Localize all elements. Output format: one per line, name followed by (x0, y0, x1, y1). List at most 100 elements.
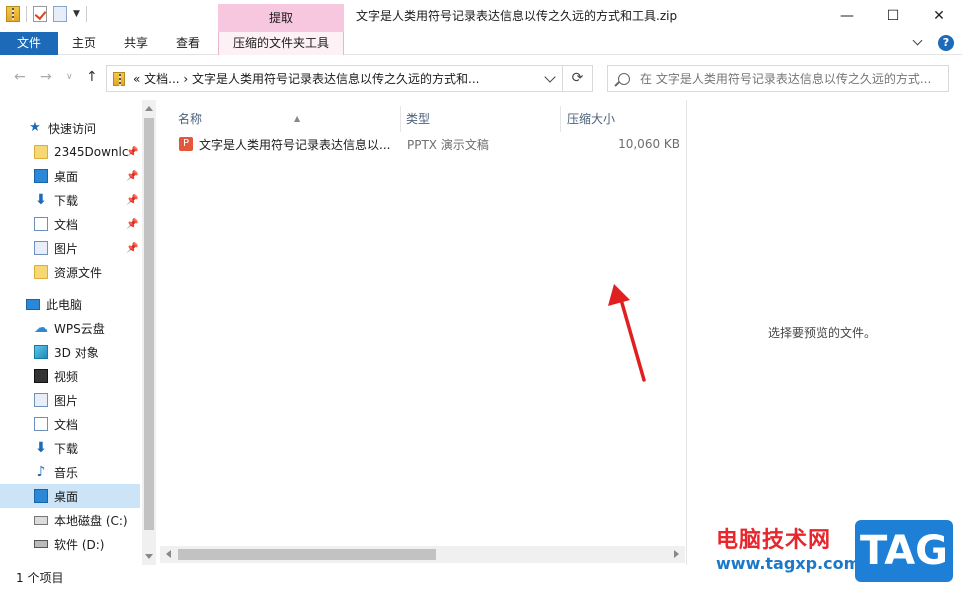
sidebar-item-local-disk-c[interactable]: 本地磁盘 (C:) (0, 508, 140, 532)
navigation-bar: ← → ∨ ↑ « 文档... › 文字是人类用符号记录表达信息以传之久远的方式… (0, 56, 962, 100)
scroll-down-arrow-icon[interactable] (145, 554, 153, 559)
column-header-type[interactable]: 类型 (398, 106, 558, 132)
new-folder-icon[interactable] (53, 6, 67, 22)
sidebar-item-2345downloads[interactable]: 2345Downlc 📌 (0, 140, 140, 164)
tab-view[interactable]: 查看 (162, 32, 214, 55)
star-icon: ★ (29, 120, 41, 135)
sidebar-item-downloads-pc[interactable]: ⬇ 下载 (0, 436, 140, 460)
table-row[interactable]: P 文字是人类用符号记录表达信息以... PPTX 演示文稿 10,060 KB (176, 133, 682, 155)
folder-icon (34, 145, 48, 159)
horizontal-scroll-thumb[interactable] (178, 549, 436, 560)
sort-ascending-icon: ▲ (294, 114, 301, 123)
document-icon (34, 417, 48, 431)
properties-icon[interactable] (33, 6, 47, 22)
tab-home[interactable]: 主页 (58, 32, 110, 55)
download-icon: ⬇ (35, 440, 47, 456)
forward-arrow-icon[interactable]: → (40, 69, 52, 85)
scroll-right-arrow-icon[interactable] (674, 550, 679, 558)
scroll-left-arrow-icon[interactable] (166, 550, 171, 558)
sidebar-item-label: 图片 (54, 241, 79, 256)
file-size: 10,060 KB (618, 137, 680, 151)
back-arrow-icon[interactable]: ← (14, 69, 26, 85)
sidebar-item-resource-files[interactable]: 资源文件 (0, 260, 140, 284)
sidebar-item-documents-pc[interactable]: 文档 (0, 412, 140, 436)
sidebar-item-this-pc[interactable]: 此电脑 (0, 292, 140, 316)
sidebar-item-pictures-pc[interactable]: 图片 (0, 388, 140, 412)
sidebar-item-label: 3D 对象 (54, 345, 99, 360)
column-header-compressed-size[interactable]: 压缩大小 (559, 106, 679, 132)
sidebar-item-music[interactable]: ♪ 音乐 (0, 460, 140, 484)
sidebar-item-label: 资源文件 (54, 265, 103, 280)
up-arrow-icon[interactable]: ↑ (86, 69, 98, 85)
ribbon-right-controls: ? (910, 35, 954, 51)
customize-qat-chevron-icon[interactable]: ▼ (73, 9, 80, 19)
sidebar-item-documents[interactable]: 文档 📌 (0, 212, 140, 236)
video-icon (34, 369, 48, 383)
drive-icon (34, 540, 48, 548)
sidebar-item-desktop-pc[interactable]: 桌面 (0, 484, 140, 508)
search-input[interactable] (640, 71, 940, 86)
recent-locations-chevron-icon[interactable]: ∨ (66, 72, 73, 82)
pin-icon: 📌 (126, 242, 139, 254)
expand-ribbon-chevron-icon[interactable] (910, 35, 926, 51)
sidebar-item-label: 桌面 (54, 169, 79, 184)
local-disk-icon (34, 515, 48, 525)
sidebar-item-desktop[interactable]: 桌面 📌 (0, 164, 140, 188)
annotation-arrow (608, 284, 646, 382)
folder-icon (34, 265, 48, 279)
pin-icon: 📌 (126, 218, 139, 230)
divider (26, 6, 27, 22)
sidebar-item-label: WPS云盘 (54, 321, 105, 336)
sidebar-item-label: 音乐 (54, 465, 79, 480)
cloud-icon: ☁ (34, 320, 48, 336)
sidebar-item-label: 下载 (54, 441, 79, 456)
navigation-pane: ★ 快速访问 2345Downlc 📌 桌面 📌 ⬇ 下载 📌 文档 📌 图片 … (0, 100, 158, 565)
pin-icon: 📌 (126, 194, 139, 206)
pin-icon: 📌 (126, 170, 139, 182)
sidebar-item-label: 快速访问 (48, 121, 97, 136)
window-controls: — ☐ ✕ (824, 0, 962, 32)
context-tab-group-extract[interactable]: 提取 (218, 4, 344, 32)
address-path[interactable]: « 文档... › 文字是人类用符号记录表达信息以传之久远的方式和... (133, 70, 479, 87)
address-dropdown-chevron-icon[interactable] (544, 71, 556, 83)
desktop-icon (34, 489, 48, 503)
tab-file[interactable]: 文件 (0, 32, 58, 55)
sidebar-item-pictures[interactable]: 图片 📌 (0, 236, 140, 260)
sidebar-item-videos[interactable]: 视频 (0, 364, 140, 388)
minimize-button[interactable]: — (824, 0, 870, 32)
desktop-icon (34, 169, 48, 183)
picture-icon (34, 241, 48, 255)
file-name[interactable]: 文字是人类用符号记录表达信息以... (199, 136, 399, 153)
sidebar-item-label: 下载 (54, 193, 79, 208)
window-title: 文字是人类用符号记录表达信息以传之久远的方式和工具.zip (356, 9, 678, 23)
sidebar-item-label: 软件 (D:) (54, 537, 105, 552)
scroll-up-arrow-icon[interactable] (145, 106, 153, 111)
sidebar-item-drive-d[interactable]: 软件 (D:) (0, 532, 140, 556)
close-button[interactable]: ✕ (916, 0, 962, 32)
maximize-button[interactable]: ☐ (870, 0, 916, 32)
sidebar-scrollbar[interactable] (142, 100, 156, 565)
sidebar-item-downloads[interactable]: ⬇ 下载 📌 (0, 188, 140, 212)
sidebar-item-label: 文档 (54, 217, 79, 232)
horizontal-scrollbar[interactable] (160, 546, 685, 563)
computer-icon (26, 298, 40, 310)
preview-message: 选择要预览的文件。 (767, 326, 876, 340)
sidebar-item-3d-objects[interactable]: 3D 对象 (0, 340, 140, 364)
sidebar-item-label: 文档 (54, 417, 79, 432)
watermark-url: www.tagxp.com (716, 554, 861, 573)
tab-compressed-folder-tools[interactable]: 压缩的文件夹工具 (218, 32, 344, 55)
column-header-name[interactable]: 名称 ▲ (170, 106, 400, 132)
preview-pane: 选择要预览的文件。 (686, 100, 962, 565)
address-bar[interactable]: « 文档... › 文字是人类用符号记录表达信息以传之久远的方式和... (106, 65, 563, 92)
sidebar-item-wps-cloud[interactable]: ☁ WPS云盘 (0, 316, 140, 340)
tab-share[interactable]: 共享 (110, 32, 162, 55)
sidebar-item-label: 桌面 (54, 489, 79, 504)
refresh-icon[interactable]: ⟳ (563, 65, 593, 92)
item-count: 1 个项目 (16, 571, 64, 585)
search-box[interactable] (607, 65, 949, 92)
download-icon: ⬇ (35, 192, 47, 208)
sidebar-item-quick-access[interactable]: ★ 快速访问 (0, 116, 140, 140)
sidebar-scroll-thumb[interactable] (144, 118, 154, 530)
file-type: PPTX 演示文稿 (407, 137, 489, 152)
help-icon[interactable]: ? (938, 35, 954, 51)
